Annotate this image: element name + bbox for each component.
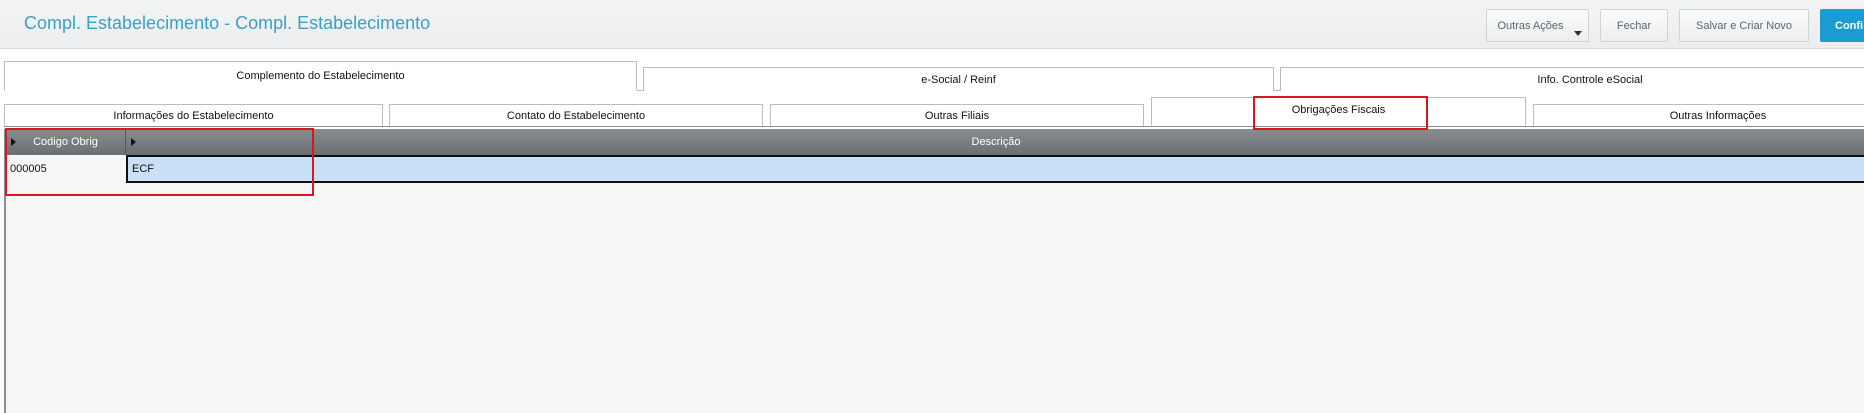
page-header: Compl. Estabelecimento - Compl. Estabele…: [0, 0, 1864, 49]
row-marker-icon: [131, 138, 136, 146]
obrigacoes-grid: Codigo Obrig Descrição 000005 ECF: [4, 129, 1864, 413]
cell-codigo[interactable]: 000005: [6, 155, 124, 183]
tab-outras-filiais[interactable]: Outras Filiais: [770, 104, 1144, 126]
column-header-codigo[interactable]: Codigo Obrig: [6, 129, 126, 155]
column-header-codigo-label: Codigo Obrig: [33, 136, 98, 148]
row-marker-icon: [11, 138, 16, 146]
salvar-criar-novo-button[interactable]: Salvar e Criar Novo: [1679, 9, 1809, 42]
column-header-descricao-label: Descrição: [971, 136, 1021, 148]
outras-acoes-label: Outras Ações: [1497, 19, 1564, 32]
fechar-button[interactable]: Fechar: [1600, 9, 1668, 42]
page-title: Compl. Estabelecimento - Compl. Estabele…: [24, 13, 431, 33]
subtab-row-divider: [4, 126, 1864, 127]
tab-obrigacoes-fiscais[interactable]: Obrigações Fiscais: [1151, 97, 1526, 126]
outras-acoes-button[interactable]: Outras Ações: [1486, 9, 1589, 42]
chevron-down-icon: [1574, 31, 1582, 36]
tab-info-controle-esocial[interactable]: Info. Controle eSocial: [1280, 67, 1864, 91]
tab-informacoes-estabelecimento[interactable]: Informações do Estabelecimento: [4, 104, 383, 126]
cell-descricao[interactable]: ECF: [126, 155, 1864, 183]
tab-complemento-estabelecimento[interactable]: Complemento do Estabelecimento: [4, 61, 637, 91]
confirmar-button[interactable]: Confi: [1820, 9, 1864, 42]
grid-header: Codigo Obrig Descrição: [6, 129, 1864, 155]
table-row[interactable]: 000005 ECF: [6, 155, 1864, 183]
tab-esocial-reinf[interactable]: e-Social / Reinf: [643, 67, 1274, 91]
tab-outras-informacoes[interactable]: Outras Informações: [1533, 104, 1864, 126]
tab-contato-estabelecimento[interactable]: Contato do Estabelecimento: [389, 104, 763, 126]
column-header-descricao[interactable]: Descrição: [126, 129, 1864, 155]
